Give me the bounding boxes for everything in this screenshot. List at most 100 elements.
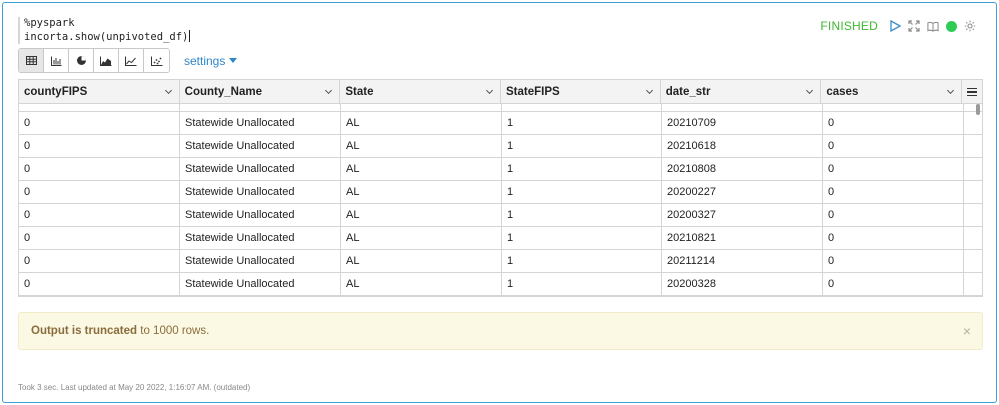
table-cell: Statewide Unallocated <box>180 204 341 226</box>
caret-down-icon <box>229 58 238 63</box>
table-row: 0 Statewide Unallocated AL 1 20210709 0 <box>19 112 982 135</box>
column-menu-button[interactable] <box>962 80 982 104</box>
close-icon[interactable]: × <box>963 313 971 349</box>
table-row-partial <box>19 104 982 112</box>
table-cell: 1 <box>502 135 662 157</box>
table-cell: 20210709 <box>662 112 823 134</box>
book-icon[interactable] <box>927 20 939 32</box>
chevron-down-icon[interactable] <box>806 86 814 95</box>
column-header[interactable]: County_Name <box>180 80 341 104</box>
truncation-notice: Output is truncated to 1000 rows. × <box>18 312 983 350</box>
table-row: 0 Statewide Unallocated AL 1 20210618 0 <box>19 135 982 158</box>
paragraph-cell: %pyspark incorta.show(unpivoted_df) FINI… <box>2 2 997 403</box>
text-cursor <box>189 30 191 42</box>
chart-type-buttons <box>18 48 170 73</box>
chevron-down-icon[interactable] <box>485 86 494 95</box>
display-toolbar: settings <box>18 48 238 73</box>
gear-icon[interactable] <box>964 20 976 32</box>
table-cell: AL <box>341 250 502 272</box>
table-cell: AL <box>341 181 502 203</box>
vertical-scrollbar[interactable] <box>976 104 980 115</box>
table-cell: 20200327 <box>662 204 823 226</box>
table-header: countyFIPS County_Name State StateFIPS d… <box>19 80 982 104</box>
table-cell: AL <box>341 227 502 249</box>
table-cell: 1 <box>502 273 662 295</box>
table-row: 0 Statewide Unallocated AL 1 20200328 0 <box>19 273 982 296</box>
table-cell: 20210821 <box>662 227 823 249</box>
table-row: 0 Statewide Unallocated AL 1 20200227 0 <box>19 181 982 204</box>
settings-dropdown[interactable]: settings <box>184 53 238 68</box>
table-cell: Statewide Unallocated <box>180 158 341 180</box>
table-body: 0 Statewide Unallocated AL 1 20210709 0 0 State… <box>19 104 982 296</box>
table-cell: 1 <box>502 112 662 134</box>
table-cell: 20210618 <box>662 135 823 157</box>
table-cell: Statewide Unallocated <box>180 273 341 295</box>
column-header[interactable]: cases <box>821 80 963 104</box>
line-chart-view-button[interactable] <box>119 49 144 72</box>
table-cell: AL <box>341 112 502 134</box>
table-cell: 1 <box>502 181 662 203</box>
column-header[interactable]: countyFIPS <box>19 80 180 104</box>
code-line: incorta.show(unpivoted_df) <box>24 30 191 43</box>
table-view-button[interactable] <box>19 49 44 72</box>
table-cell: 0 <box>823 273 964 295</box>
table-row: 0 Statewide Unallocated AL 1 20211214 0 <box>19 250 982 273</box>
chevron-down-icon[interactable] <box>164 86 172 95</box>
table-cell: 0 <box>19 227 180 249</box>
table-cell: 20200227 <box>662 181 823 203</box>
table-cell: 1 <box>502 204 662 226</box>
table-cell: 0 <box>19 250 180 272</box>
line-chart-icon <box>125 56 137 66</box>
table-row: 0 Statewide Unallocated AL 1 20210821 0 <box>19 227 982 250</box>
table-row: 0 Statewide Unallocated AL 1 20210808 0 <box>19 158 982 181</box>
table-cell: Statewide Unallocated <box>180 181 341 203</box>
table-cell: AL <box>341 273 502 295</box>
bar-chart-icon <box>50 56 61 66</box>
column-header[interactable]: StateFIPS <box>501 80 661 104</box>
settings-label: settings <box>184 53 226 68</box>
pie-chart-view-button[interactable] <box>69 49 94 72</box>
table-cell: Statewide Unallocated <box>180 112 341 134</box>
data-table: countyFIPS County_Name State StateFIPS d… <box>18 79 983 297</box>
table-cell: AL <box>341 158 502 180</box>
expand-icon[interactable] <box>908 20 920 32</box>
table-cell: 0 <box>19 273 180 295</box>
code-line: %pyspark <box>24 17 75 29</box>
scatter-chart-view-button[interactable] <box>144 49 169 72</box>
table-cell: 0 <box>823 250 964 272</box>
chevron-down-icon[interactable] <box>947 86 955 95</box>
status-dot <box>946 20 957 32</box>
execution-footer: Took 3 sec. Last updated at May 20 2022,… <box>18 383 251 392</box>
table-cell: AL <box>341 204 502 226</box>
table-cell: 20211214 <box>662 250 823 272</box>
table-row: 0 Statewide Unallocated AL 1 20200327 0 <box>19 204 982 227</box>
scatter-chart-icon <box>150 56 162 66</box>
table-cell: 0 <box>823 181 964 203</box>
table-cell: 0 <box>823 112 964 134</box>
table-cell: 1 <box>502 227 662 249</box>
chevron-down-icon[interactable] <box>325 86 333 95</box>
table-cell: 20200328 <box>662 273 823 295</box>
area-chart-view-button[interactable] <box>94 49 119 72</box>
chevron-down-icon[interactable] <box>645 86 653 95</box>
code-editor[interactable]: %pyspark incorta.show(unpivoted_df) <box>18 17 618 44</box>
table-cell: 20210808 <box>662 158 823 180</box>
paragraph-status: FINISHED <box>820 19 976 33</box>
table-cell: 0 <box>19 135 180 157</box>
table-cell: 0 <box>19 158 180 180</box>
table-cell: 0 <box>19 112 180 134</box>
table-cell: 0 <box>823 204 964 226</box>
status-label: FINISHED <box>820 19 878 33</box>
table-cell: 0 <box>19 181 180 203</box>
bar-chart-view-button[interactable] <box>44 49 69 72</box>
table-cell: Statewide Unallocated <box>180 227 341 249</box>
column-header[interactable]: date_str <box>661 80 822 104</box>
table-cell: 0 <box>823 135 964 157</box>
table-cell: 1 <box>502 158 662 180</box>
table-cell: 1 <box>502 250 662 272</box>
table-cell: 0 <box>19 204 180 226</box>
notice-bold-text: Output is truncated <box>31 325 138 337</box>
column-header[interactable]: State <box>340 80 502 104</box>
play-icon[interactable] <box>889 20 901 32</box>
table-cell: 0 <box>823 158 964 180</box>
